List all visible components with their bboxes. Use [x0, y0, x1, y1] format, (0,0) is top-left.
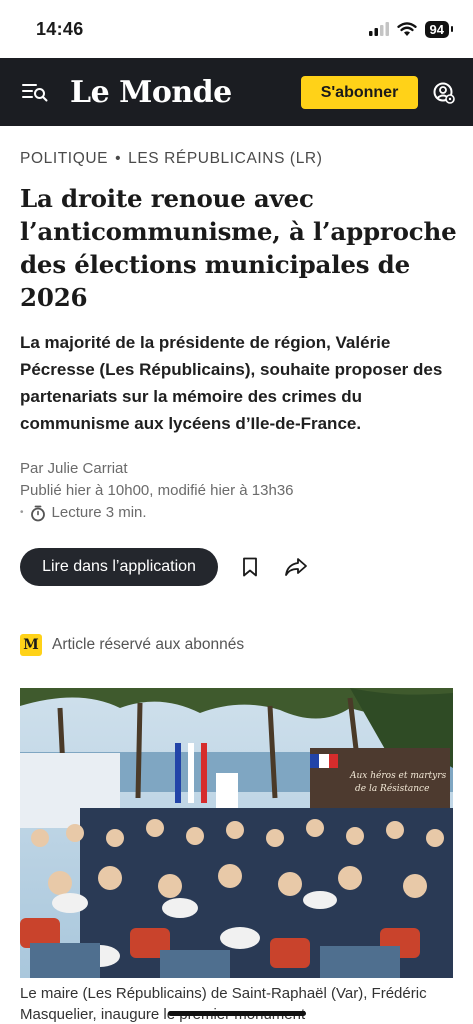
share-icon[interactable] [284, 557, 308, 577]
subscriber-notice-label: Article réservé aux abonnés [52, 636, 245, 653]
subscriber-notice: M Article réservé aux abonnés [20, 634, 244, 656]
crowd-photo-illustration: Aux héros et martyrs de la Résistance [20, 688, 453, 978]
bookmark-icon[interactable] [242, 557, 258, 577]
account-settings-icon[interactable] [433, 82, 455, 104]
article-byline: Par Julie Carriat Publié hier à 10h00, m… [20, 458, 294, 524]
home-indicator[interactable] [168, 1011, 306, 1016]
photo-caption: Le maire (Les Républicains) de Saint-Rap… [20, 985, 427, 1023]
kicker-separator: • [115, 150, 122, 167]
wifi-icon [396, 21, 417, 36]
kicker-topic[interactable]: Les Républicains (LR) [128, 150, 322, 167]
article-actions: Lire dans l’application [20, 548, 308, 586]
reading-time: • Lecture 3 min. [20, 502, 294, 524]
article-kicker: Politique • Les Républicains (LR) [20, 150, 322, 168]
article-standfirst: La majorité de la présidente de région, … [20, 333, 443, 433]
author-name[interactable]: Par Julie Carriat [20, 458, 294, 480]
reading-time-label: Lecture 3 min. [51, 504, 147, 521]
status-indicators: 94 [368, 20, 454, 38]
photo-banner-line2: de la Résistance [355, 783, 429, 794]
subscribe-button[interactable]: S'abonner [301, 76, 418, 109]
status-time: 14:46 [36, 18, 84, 39]
article-headline: La droite renoue avec l’anticommunisme, … [20, 184, 457, 312]
site-logo[interactable]: Le Monde [70, 75, 232, 110]
status-bar: 14:46 94 [0, 0, 473, 58]
menu-search-icon[interactable] [22, 81, 48, 103]
read-in-app-button[interactable]: Lire dans l’application [20, 548, 218, 586]
reading-bullet: • [20, 507, 24, 518]
clock-icon [30, 505, 45, 521]
article-photo[interactable]: Aux héros et martyrs de la Résistance [20, 688, 453, 978]
publication-dates: Publié hier à 10h00, modifié hier à 13h3… [20, 482, 294, 499]
photo-banner-line1: Aux héros et martyrs [349, 770, 447, 781]
site-header: Le Monde S'abonner [0, 58, 473, 126]
battery-icon: 94 [424, 20, 454, 38]
signal-icon [368, 22, 389, 36]
kicker-section[interactable]: Politique [20, 150, 108, 167]
subscriber-badge-icon: M [20, 634, 42, 656]
